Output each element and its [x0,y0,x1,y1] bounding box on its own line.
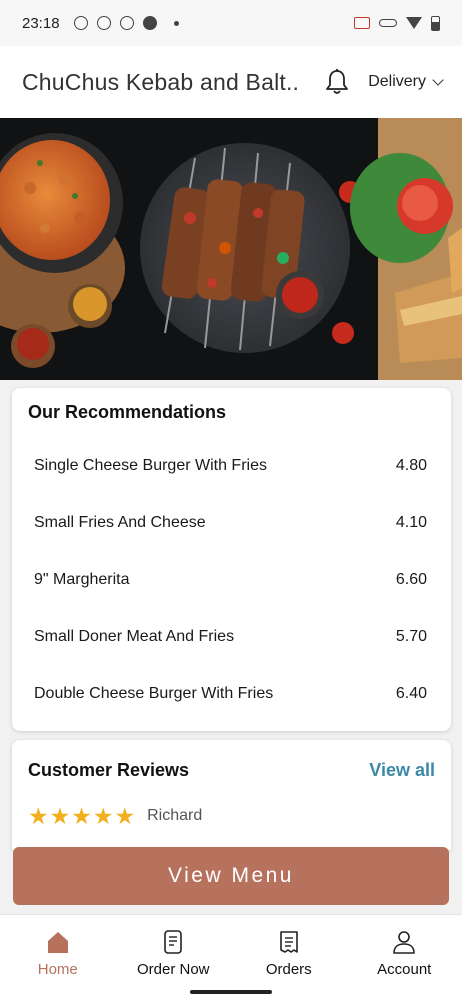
recommendation-item[interactable]: Small Doner Meat And Fries 5.70 [28,608,435,665]
recommendations-card: Our Recommendations Single Cheese Burger… [12,388,451,731]
chevron-down-icon [432,74,444,86]
bell-icon[interactable] [324,68,350,96]
item-price: 4.80 [395,456,427,474]
item-name: Small Doner Meat And Fries [34,627,235,645]
hero-food-image [0,118,462,380]
item-name: 9" Margherita [34,570,130,588]
app-header: ChuChus Kebab and Balt.. Delivery [0,46,462,118]
menu-book-icon [164,930,183,954]
status-time: 23:18 [22,14,60,32]
item-name: Double Cheese Burger With Fries [34,684,274,702]
item-name: Single Cheese Burger With Fries [34,456,267,474]
nav-home-label: Home [37,961,78,978]
star-icon: ★ [28,803,49,829]
recommendation-item[interactable]: Single Cheese Burger With Fries 4.80 [28,437,435,494]
reviewer-name: Richard [147,807,203,824]
recommendation-item[interactable]: Double Cheese Burger With Fries 6.40 [28,665,435,722]
notification-icons [73,16,179,30]
delivery-mode-select[interactable]: Delivery [368,73,444,91]
info-icon [96,16,111,30]
star-icon: ★ [114,803,136,829]
status-bar: 23:18 [0,0,462,46]
customer-reviews-card: Customer Reviews View all ★ ★ ★ ★ ★ Rich… [12,740,451,850]
reviews-title: Customer Reviews [28,760,190,780]
home-icon [47,932,68,953]
star-icon: ★ [49,803,71,829]
nav-order-now-label: Order Now [136,961,210,978]
nav-order-now[interactable]: Order Now [116,915,232,1000]
star-icon: ★ [92,803,114,829]
notification-icon [119,16,134,30]
battery-icon [431,15,440,31]
recommendations-title: Our Recommendations [28,402,227,422]
star-rating: ★ ★ ★ ★ ★ [28,803,136,829]
system-icons [354,15,440,31]
recommendation-item[interactable]: 9" Margherita 6.60 [28,551,435,608]
nav-account-label: Account [377,961,432,978]
item-name: Small Fries And Cheese [34,513,206,531]
gesture-home-bar[interactable] [190,990,272,994]
cast-icon [354,17,370,29]
page-title: ChuChus Kebab and Balt.. [22,68,300,95]
more-dot-icon [173,20,179,26]
nav-home[interactable]: Home [0,915,116,1000]
nav-orders-label: Orders [265,961,312,978]
view-menu-button[interactable]: View Menu [13,847,449,905]
nav-orders[interactable]: Orders [231,915,347,1000]
vpn-key-icon [379,19,397,27]
view-all-link[interactable]: View all [369,760,435,781]
bottom-navigation: Home Order Now Orders Account [0,914,462,1000]
recommendations-list: Single Cheese Burger With Fries 4.80 Sma… [28,437,435,722]
item-price: 5.70 [395,627,427,645]
delivery-mode-label: Delivery [368,73,426,90]
item-price: 6.40 [395,684,427,702]
review-item: ★ ★ ★ ★ ★ Richard [28,803,435,829]
star-icon: ★ [71,803,92,829]
item-price: 6.60 [395,570,427,588]
notification-icon [73,16,88,30]
item-price: 4.10 [395,513,427,531]
nav-account[interactable]: Account [347,915,462,1000]
wifi-icon [406,17,422,29]
reviews-header: Customer Reviews View all [28,760,435,781]
app-icon [142,16,157,30]
recommendation-item[interactable]: Small Fries And Cheese 4.10 [28,494,435,551]
person-icon [393,931,416,954]
receipt-icon [279,931,298,953]
